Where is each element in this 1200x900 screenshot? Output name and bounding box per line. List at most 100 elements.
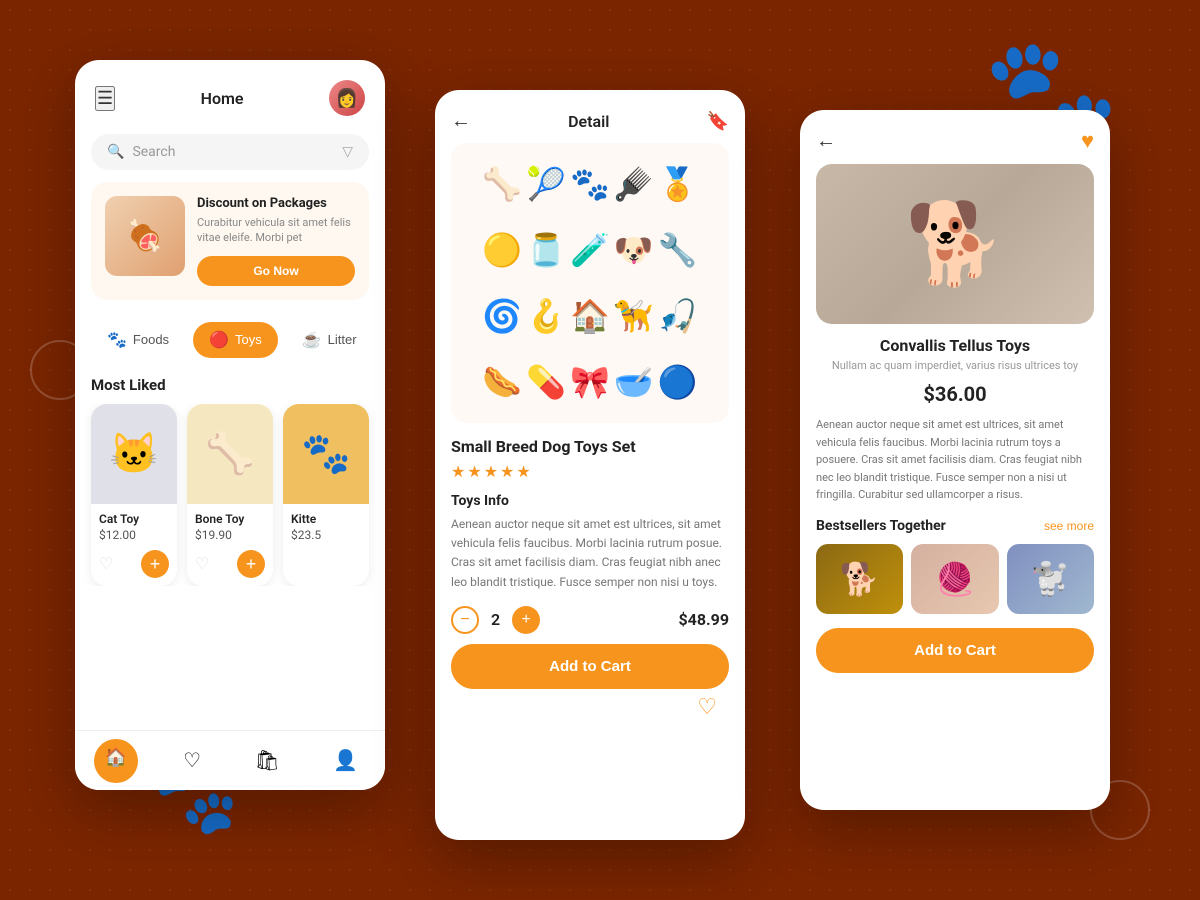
favorite-icon-float[interactable]: ♡ <box>697 695 717 720</box>
bone-toy-image: 🦴 <box>187 404 273 504</box>
back-button-p3[interactable]: ← <box>816 130 836 153</box>
cat-toy-name: Cat Toy <box>99 512 169 526</box>
avatar-image: 👩 <box>329 80 365 116</box>
favorite-heart-icon[interactable]: ♥ <box>1081 128 1094 154</box>
menu-button[interactable]: ☰ <box>95 86 115 111</box>
detail-title: Detail <box>568 112 609 131</box>
p3-product-description: Nullam ac quam imperdiet, varius risus u… <box>816 359 1094 372</box>
bestseller-poodle-icon: 🐩 <box>1030 560 1070 598</box>
search-bar[interactable]: 🔍 Search ▽ <box>91 134 369 170</box>
toy-emoji-18: 🎀 <box>570 363 610 401</box>
toy-emoji-6: 🟡 <box>482 231 522 269</box>
detail-product-name: Small Breed Dog Toys Set <box>451 437 729 456</box>
add-to-cart-button[interactable]: Add to Cart <box>451 644 729 689</box>
products-grid: 🐱 Cat Toy $12.00 ♡ + 🦴 Bone Toy $19.90 ♡… <box>75 404 385 586</box>
toy-emoji-16: 🌭 <box>482 363 522 401</box>
cat-toy-image: 🐱 <box>91 404 177 504</box>
home-title: Home <box>201 89 244 108</box>
cart-controls: − 2 + $48.99 <box>435 592 745 644</box>
nav-home[interactable]: 🏠 <box>94 739 138 783</box>
tab-toys[interactable]: 🔴 Toys <box>193 322 278 358</box>
toy-emoji-5: 🏅 <box>658 165 698 203</box>
bestseller-dog-icon: 🐕 <box>840 560 880 598</box>
nav-profile[interactable]: 👤 <box>325 740 366 781</box>
toy-emoji-19: 🥣 <box>614 363 654 401</box>
cat-toy-add[interactable]: + <box>141 550 169 578</box>
product-detail-info: Small Breed Dog Toys Set ★★★★★ Toys Info… <box>435 423 745 592</box>
filter-icon[interactable]: ▽ <box>342 144 353 160</box>
banner-description: Curabitur vehicula sit amet felis vitae … <box>197 215 355 246</box>
tab-foods[interactable]: 🐾 Foods <box>91 322 185 358</box>
toy-emoji-12: 🪝 <box>526 297 566 335</box>
toy-emoji-1: 🦴 <box>482 165 522 203</box>
bestseller-item-3[interactable]: 🐩 <box>1007 544 1094 614</box>
toy-emoji-7: 🫙 <box>526 231 566 269</box>
dog-photo: 🐕 <box>905 197 1005 291</box>
p3-detail-text: Aenean auctor neque sit amet est ultrice… <box>816 416 1094 504</box>
toys-info-text: Aenean auctor neque sit amet est ultrice… <box>451 515 729 592</box>
toy-emoji-3: 🐾 <box>570 165 610 203</box>
p3-product-name: Convallis Tellus Toys <box>816 336 1094 355</box>
cat-toy-price: $12.00 <box>99 528 169 542</box>
p3-add-to-cart-button[interactable]: Add to Cart <box>816 628 1094 673</box>
back-button[interactable]: ← <box>451 110 471 133</box>
bestseller-item-2[interactable]: 🧶 <box>911 544 998 614</box>
home-header: ☰ Home 👩 <box>75 60 385 126</box>
detail-header: ← Detail 🔖 <box>435 90 745 143</box>
detail-screen: ← Detail 🔖 🦴 🎾 🐾 🪮 🏅 🟡 🫙 🧪 🐶 🔧 🌀 🪝 🏠 🦮 🎣… <box>435 90 745 840</box>
cat-toy-favorite[interactable]: ♡ <box>99 554 113 574</box>
bone-toy-price: $19.90 <box>195 528 265 542</box>
toy-emoji-2: 🎾 <box>526 165 566 203</box>
category-tabs: 🐾 Foods 🔴 Toys ☕ Litter <box>75 312 385 368</box>
kitten-toy-image: 🐾 <box>283 404 369 504</box>
toy-emoji-9: 🐶 <box>614 231 654 269</box>
product-detail-screen: ← ♥ 🐕 Convallis Tellus Toys Nullam ac qu… <box>800 110 1110 810</box>
bestsellers-header: Bestsellers Together see more <box>800 518 1110 544</box>
toys-info-title: Toys Info <box>451 493 729 509</box>
kitten-toy-name: Kitte <box>291 512 361 526</box>
search-input[interactable]: Search <box>132 144 175 160</box>
toy-emoji-15: 🎣 <box>658 297 698 335</box>
bestsellers-title: Bestsellers Together <box>816 518 946 534</box>
cart-total-price: $48.99 <box>678 610 729 629</box>
banner-title: Discount on Packages <box>197 196 355 211</box>
toy-emoji-14: 🦮 <box>614 297 654 335</box>
home-screen: ☰ Home 👩 🔍 Search ▽ 🍖 Discount on Packag… <box>75 60 385 790</box>
bone-toy-name: Bone Toy <box>195 512 265 526</box>
bone-toy-favorite[interactable]: ♡ <box>195 554 209 574</box>
toy-emoji-20: 🔵 <box>658 363 698 401</box>
p3-product-price: $36.00 <box>800 382 1110 406</box>
bestseller-item-1[interactable]: 🐕 <box>816 544 903 614</box>
see-more-button[interactable]: see more <box>1044 519 1094 533</box>
toy-emoji-8: 🧪 <box>570 231 610 269</box>
quantity-increase[interactable]: + <box>512 606 540 634</box>
nav-favorites[interactable]: ♡ <box>175 740 209 781</box>
product-detail-header: ← ♥ <box>800 110 1110 164</box>
product-main-photo: 🐕 <box>816 164 1094 324</box>
rating-stars: ★★★★★ <box>451 462 729 481</box>
quantity-value: 2 <box>491 610 500 629</box>
go-now-button[interactable]: Go Now <box>197 256 355 286</box>
bottom-navigation: 🏠 ♡ 🛍 👤 <box>75 730 385 790</box>
product-card-cat: 🐱 Cat Toy $12.00 ♡ + <box>91 404 177 586</box>
most-liked-title: Most Liked <box>75 368 385 404</box>
toy-emoji-17: 💊 <box>526 363 566 401</box>
toy-emoji-10: 🔧 <box>658 231 698 269</box>
banner-card: 🍖 Discount on Packages Curabitur vehicul… <box>91 182 369 300</box>
toy-emoji-4: 🪮 <box>614 165 654 203</box>
banner-image: 🍖 <box>105 196 185 276</box>
bone-toy-add[interactable]: + <box>237 550 265 578</box>
toy-emoji-11: 🌀 <box>482 297 522 335</box>
search-icon: 🔍 <box>107 144 124 160</box>
product-card-kitten: 🐾 Kitte $23.5 <box>283 404 369 586</box>
avatar[interactable]: 👩 <box>329 80 365 116</box>
bookmark-button[interactable]: 🔖 <box>707 111 729 132</box>
quantity-decrease[interactable]: − <box>451 606 479 634</box>
nav-cart[interactable]: 🛍 <box>247 740 288 781</box>
bestsellers-row: 🐕 🧶 🐩 <box>800 544 1110 614</box>
bestseller-yarn-icon: 🧶 <box>935 560 975 598</box>
kitten-toy-price: $23.5 <box>291 528 361 542</box>
quantity-control: − 2 + <box>451 606 540 634</box>
tab-litter[interactable]: ☕ Litter <box>286 322 373 358</box>
toy-collage: 🦴 🎾 🐾 🪮 🏅 🟡 🫙 🧪 🐶 🔧 🌀 🪝 🏠 🦮 🎣 🌭 💊 🎀 🥣 🔵 <box>451 143 729 423</box>
